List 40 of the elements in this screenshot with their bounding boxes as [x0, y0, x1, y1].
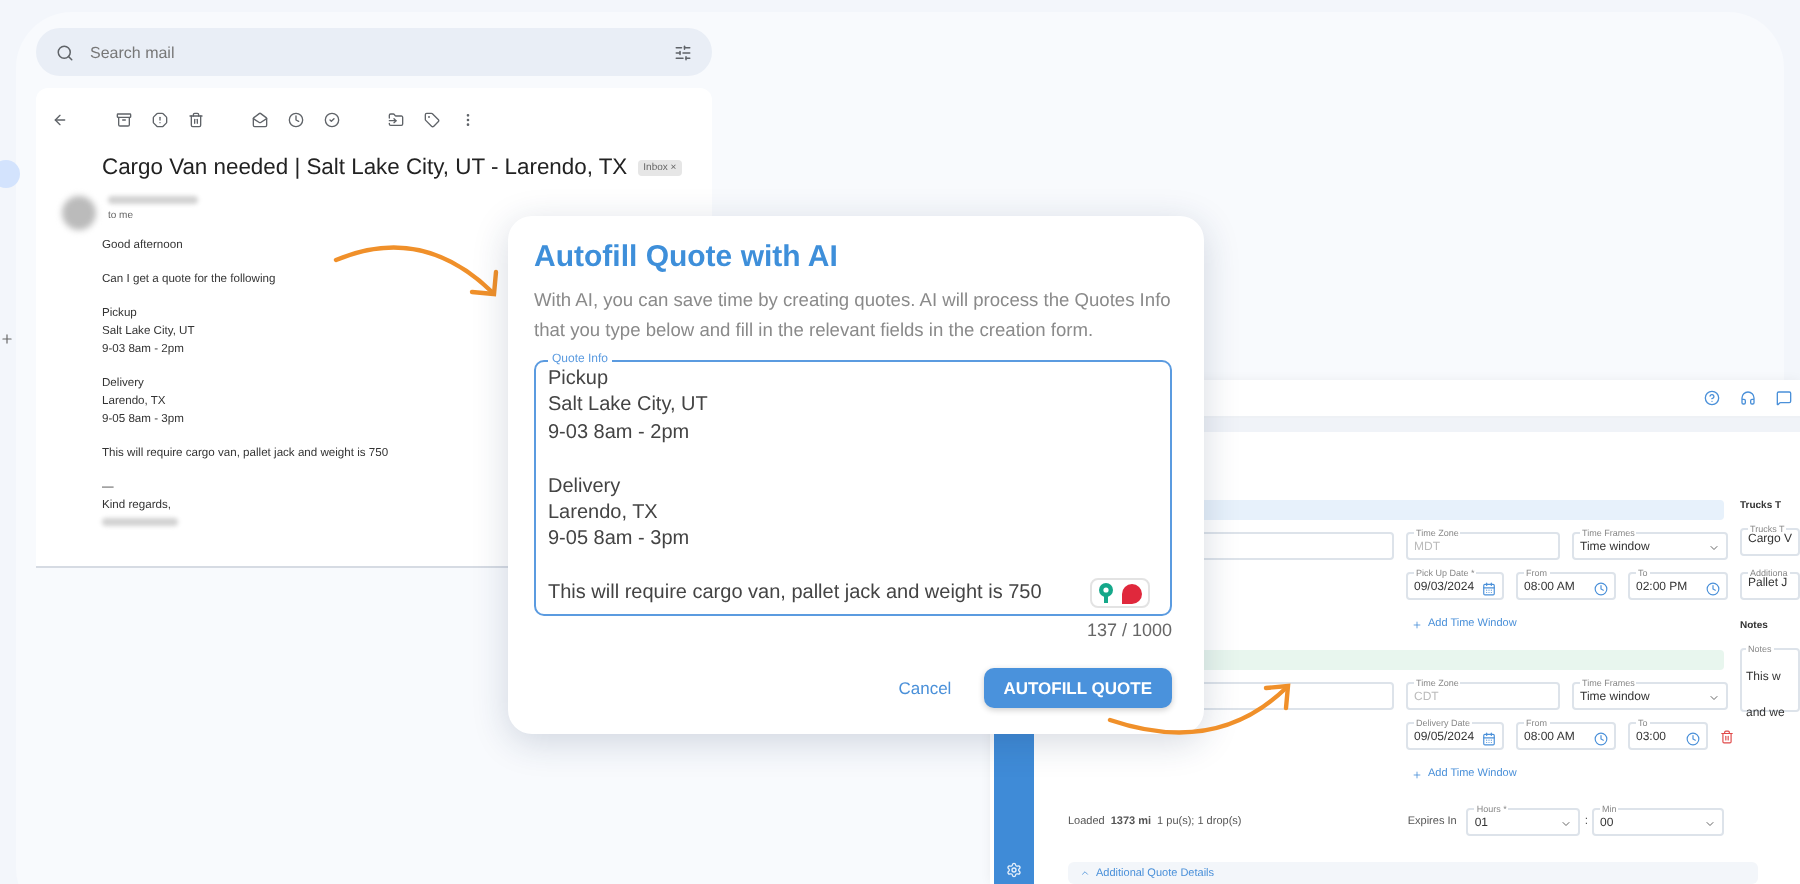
caret-icon	[1560, 818, 1573, 830]
filter-icon	[674, 43, 692, 61]
clock-icon	[1594, 731, 1608, 745]
label-icon[interactable]	[424, 112, 440, 128]
archive-icon[interactable]	[116, 112, 132, 128]
search-icon	[56, 43, 74, 61]
clock-icon	[1594, 581, 1608, 595]
help-icon[interactable]	[1704, 389, 1720, 406]
back-icon[interactable]	[52, 112, 68, 128]
avatar	[62, 196, 96, 230]
email-subject: Cargo Van needed | Salt Lake City, UT - Larendo, TX	[102, 156, 628, 180]
caret-icon	[1708, 542, 1720, 554]
search-field[interactable]: Search mail	[36, 28, 712, 76]
check-circle-icon[interactable]	[324, 112, 340, 128]
chat-icon[interactable]	[1776, 389, 1792, 406]
mail-icon[interactable]	[252, 112, 268, 128]
clock-icon[interactable]	[288, 112, 304, 128]
caret-icon	[1080, 868, 1090, 878]
caret-icon	[1704, 818, 1716, 830]
folder-icon[interactable]	[388, 112, 404, 128]
headphones-icon[interactable]	[1740, 389, 1756, 406]
settings-icon[interactable]	[1006, 862, 1022, 878]
dialog-title: Autofill Quote with AI	[534, 240, 840, 274]
nav-highlight	[0, 160, 20, 188]
trash-icon[interactable]	[188, 112, 204, 128]
plus-icon	[1412, 769, 1422, 779]
blurred-signature	[102, 518, 178, 526]
calendar-icon	[1482, 581, 1496, 595]
caret-icon	[1708, 692, 1720, 704]
plus-icon	[1412, 619, 1422, 629]
dialog-description: With AI, you can save time by creating quotes. AI will process the Quotes Info that you type below and fill in the relevant fields in the creation form.	[534, 288, 1172, 344]
clock-icon	[1686, 731, 1700, 745]
bulb-icon[interactable]	[1096, 581, 1116, 604]
calendar-icon	[1482, 731, 1496, 745]
character-counter: 137 / 1000	[1086, 620, 1172, 640]
clock-icon	[1706, 581, 1720, 595]
search-input[interactable]: Search mail	[86, 41, 662, 63]
blurred-sender	[108, 196, 198, 204]
assistant-icon[interactable]	[1120, 581, 1144, 604]
alert-icon[interactable]	[152, 112, 168, 128]
